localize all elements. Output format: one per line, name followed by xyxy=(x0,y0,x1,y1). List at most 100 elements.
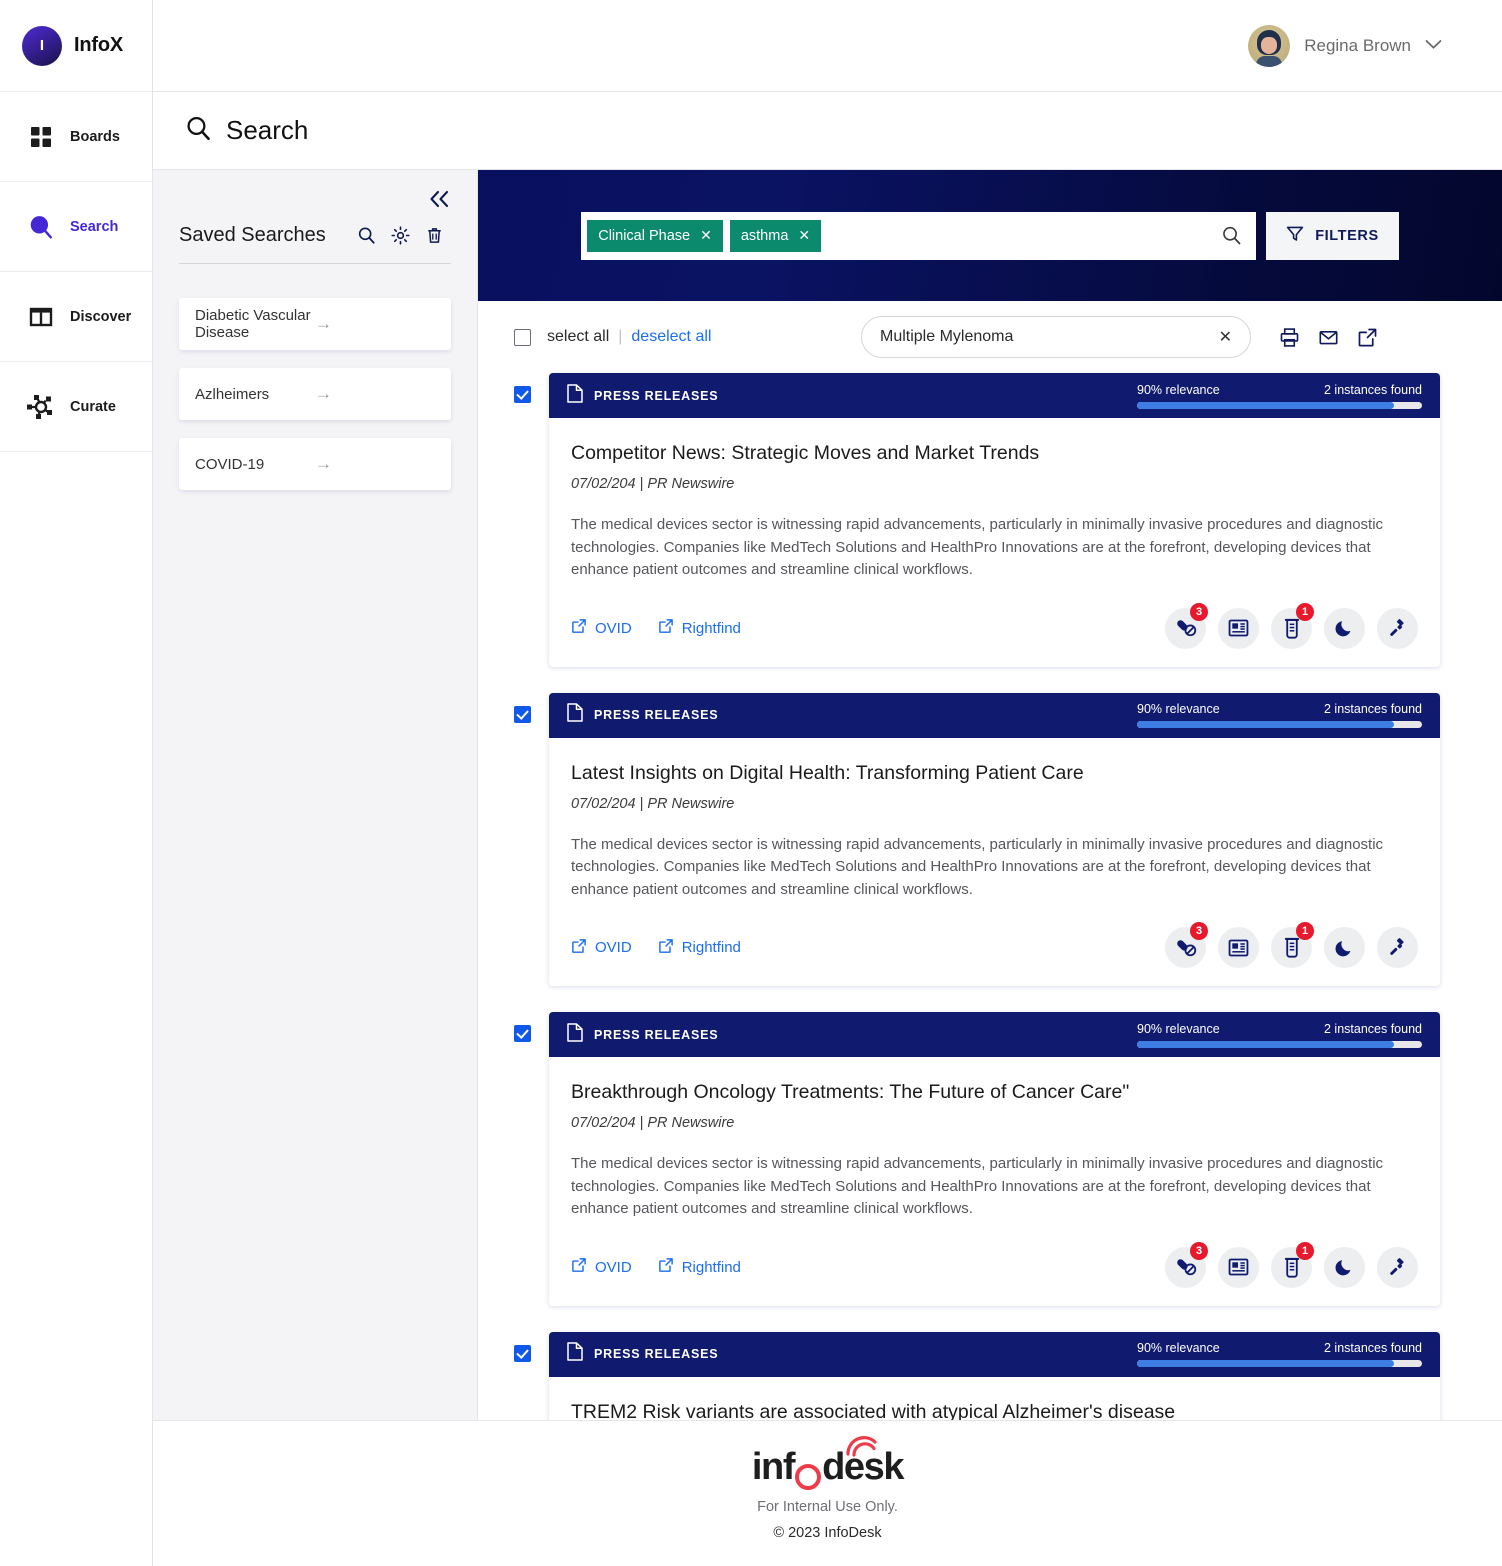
filters-button[interactable]: FILTERS xyxy=(1266,211,1399,260)
filter-chip-asthma[interactable]: asthma ✕ xyxy=(729,219,822,252)
arrow-right-icon: → xyxy=(315,314,332,333)
news-article-icon[interactable] xyxy=(1218,607,1259,649)
sidebar-item-label: Discover xyxy=(70,308,132,325)
result-title[interactable]: Competitor News: Strategic Moves and Mar… xyxy=(571,442,1418,465)
rightfind-link[interactable]: Rightfind xyxy=(658,618,741,638)
query-input[interactable]: Multiple Mylenoma ✕ xyxy=(861,316,1251,358)
document-icon xyxy=(567,383,583,408)
content-body: Saved Searches Diabetic Vascular Disease… xyxy=(153,170,1502,1566)
avatar xyxy=(1248,24,1291,67)
pill-blocked-icon[interactable]: 3 xyxy=(1165,1241,1208,1288)
brand[interactable]: I InfoX xyxy=(0,0,152,92)
external-link-icon xyxy=(658,1257,674,1277)
email-icon[interactable] xyxy=(1318,327,1339,348)
result-select-checkbox[interactable] xyxy=(514,1025,531,1042)
deselect-all-link[interactable]: deselect all xyxy=(631,328,711,346)
sidebar-item-label: Curate xyxy=(70,398,116,415)
filter-chip-clinical-phase[interactable]: Clinical Phase ✕ xyxy=(587,219,723,252)
curate-network-icon xyxy=(26,392,56,422)
result-select-checkbox[interactable] xyxy=(514,705,531,723)
link-label: OVID xyxy=(595,619,632,637)
result-type-label: PRESS RELEASES xyxy=(594,1347,719,1361)
page-header: Search xyxy=(153,92,1502,170)
result-card-footer: OVID Rightfind 3 1 xyxy=(571,922,1418,968)
filters-label: FILTERS xyxy=(1315,227,1379,244)
result-snippet: The medical devices sector is witnessing… xyxy=(571,1155,1384,1217)
badge-count: 3 xyxy=(1190,922,1208,940)
gavel-icon[interactable] xyxy=(1377,927,1418,968)
search-icon[interactable] xyxy=(1221,225,1242,246)
chip-label: asthma xyxy=(740,227,789,244)
search-icon[interactable] xyxy=(349,226,383,245)
moon-icon[interactable] xyxy=(1324,1246,1365,1288)
sidebar-item-curate[interactable]: Curate xyxy=(0,362,152,452)
badge-count: 3 xyxy=(1190,602,1208,621)
search-band: Clinical Phase ✕ asthma ✕ FILTERS xyxy=(478,170,1502,301)
chevron-double-left-icon[interactable] xyxy=(427,190,451,212)
close-icon[interactable]: ✕ xyxy=(798,227,810,244)
user-name: Regina Brown xyxy=(1304,35,1411,55)
relevance-label: 90% relevance xyxy=(1137,382,1220,397)
search-magnifier-icon xyxy=(26,212,56,242)
ovid-link[interactable]: OVID xyxy=(571,938,632,958)
select-all-label: select all xyxy=(547,328,610,345)
saved-search-label: Diabetic Vascular Disease xyxy=(195,307,311,341)
pill-blocked-icon[interactable]: 3 xyxy=(1165,602,1208,649)
rightfind-link[interactable]: Rightfind xyxy=(658,1257,741,1277)
user-menu[interactable]: Regina Brown xyxy=(1248,24,1442,67)
result-card-body: Latest Insights on Digital Health: Trans… xyxy=(549,738,1440,987)
ovid-link[interactable]: OVID xyxy=(571,618,632,638)
result-title[interactable]: Breakthrough Oncology Treatments: The Fu… xyxy=(571,1081,1418,1104)
news-article-icon[interactable] xyxy=(1218,927,1259,968)
moon-icon[interactable] xyxy=(1324,927,1365,968)
saved-search-label: Azlheimers xyxy=(195,385,270,403)
test-tube-icon[interactable]: 1 xyxy=(1271,1241,1314,1288)
saved-search-item[interactable]: Azlheimers → xyxy=(179,368,451,420)
gavel-icon[interactable] xyxy=(1377,1246,1418,1288)
result-card[interactable]: PRESS RELEASES 90% relevance 2 instances… xyxy=(549,1012,1440,1306)
document-icon xyxy=(567,1022,583,1047)
arrow-right-icon: → xyxy=(315,454,332,473)
test-tube-icon[interactable]: 1 xyxy=(1271,602,1314,649)
trash-icon[interactable] xyxy=(417,226,451,245)
pill-blocked-icon[interactable]: 3 xyxy=(1165,922,1208,968)
saved-search-label: COVID-19 xyxy=(195,455,265,473)
sidebar-item-boards[interactable]: Boards xyxy=(0,92,152,182)
saved-search-item[interactable]: COVID-19 → xyxy=(179,438,451,490)
result-card-footer: OVID Rightfind 3 1 xyxy=(571,1241,1418,1288)
result-card[interactable]: PRESS RELEASES 90% relevance 2 instances… xyxy=(549,373,1440,667)
gavel-icon[interactable] xyxy=(1377,607,1418,649)
link-label: OVID xyxy=(595,1258,632,1276)
boards-grid-icon xyxy=(26,122,56,152)
external-link-icon xyxy=(571,938,587,958)
gear-icon[interactable] xyxy=(383,226,417,245)
result-title[interactable]: Latest Insights on Digital Health: Trans… xyxy=(571,762,1418,785)
rightfind-link[interactable]: Rightfind xyxy=(658,938,741,958)
result-card-header: PRESS RELEASES 90% relevance 2 instances… xyxy=(549,1012,1440,1057)
moon-icon[interactable] xyxy=(1324,607,1365,649)
ovid-link[interactable]: OVID xyxy=(571,1257,632,1277)
close-icon[interactable]: ✕ xyxy=(700,227,712,244)
result-card-wrapper: PRESS RELEASES 90% relevance 2 instances… xyxy=(514,692,1440,987)
result-card[interactable]: PRESS RELEASES 90% relevance 2 instances… xyxy=(549,692,1440,987)
external-link-icon[interactable] xyxy=(1357,327,1378,348)
footer: inf desk For Internal Use Only. © 2023 In… xyxy=(153,1420,1502,1566)
search-input[interactable]: Clinical Phase ✕ asthma ✕ xyxy=(581,211,1257,260)
result-meta: 07/02/204 | PR Newswire xyxy=(571,795,735,812)
print-icon[interactable] xyxy=(1279,327,1300,348)
select-all-checkbox[interactable] xyxy=(514,328,531,346)
close-icon[interactable]: ✕ xyxy=(1219,327,1232,347)
saved-searches-title: Saved Searches xyxy=(179,224,326,246)
result-snippet: The medical devices sector is witnessing… xyxy=(571,516,1384,578)
sidebar-item-search[interactable]: Search xyxy=(0,182,152,272)
link-label: Rightfind xyxy=(681,939,741,956)
result-card-header: PRESS RELEASES 90% relevance 2 instances… xyxy=(549,692,1440,738)
document-icon xyxy=(567,703,583,727)
chevron-down-icon[interactable] xyxy=(1425,37,1442,54)
result-select-checkbox[interactable] xyxy=(514,1344,531,1362)
sidebar-item-discover[interactable]: Discover xyxy=(0,272,152,362)
saved-search-item[interactable]: Diabetic Vascular Disease → xyxy=(179,298,451,350)
result-select-checkbox[interactable] xyxy=(514,386,531,403)
test-tube-icon[interactable]: 1 xyxy=(1271,922,1314,968)
news-article-icon[interactable] xyxy=(1218,1246,1259,1288)
